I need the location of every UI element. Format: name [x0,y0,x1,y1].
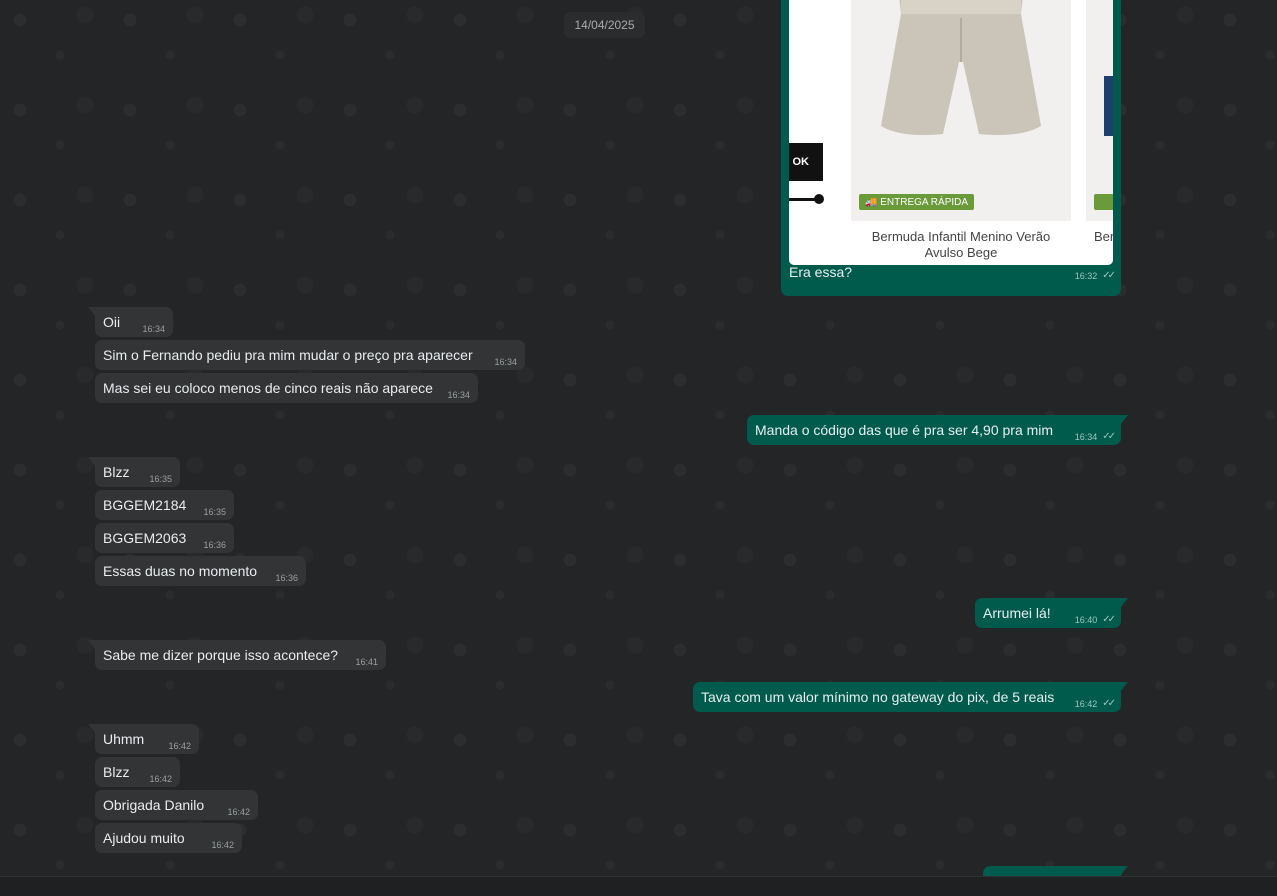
chat-background: 14/04/2025 OK 🚚 ENTREGA RÁPIDA Bermuda I… [0,0,1277,876]
message-text: Oii [103,314,121,330]
date-separator: 14/04/2025 [564,12,645,38]
incoming-message[interactable]: Sabe me dizer porque isso acontece? 16:4… [88,640,386,670]
message-time: 16:42 [1074,698,1098,709]
message-text: Mas sei eu coloco menos de cinco reais n… [103,380,433,396]
message-time: 16:40 [1074,614,1098,625]
image-caption: Era essa? [789,264,853,280]
product-title-partial: Ber [1094,229,1113,244]
message-text: Manda o código das que é pra ser 4,90 pr… [755,422,1054,438]
outgoing-message[interactable]: Tava com um valor mínimo no gateway do p… [693,682,1128,712]
fast-delivery-badge-partial [1094,194,1113,210]
message-text: Uhmm [103,731,145,747]
message-meta: 16:32 ✓✓ [1074,270,1116,281]
incoming-message[interactable]: Oii 16:34 [88,307,173,337]
incoming-message[interactable]: Mas sei eu coloco menos de cinco reais n… [95,373,478,403]
product-screenshot[interactable]: OK 🚚 ENTREGA RÁPIDA Bermuda Infantil Men… [789,0,1113,265]
message-text: BGGEM2184 [103,497,187,513]
incoming-message[interactable]: Sim o Fernando pediu pra mim mudar o pre… [95,340,525,370]
message-text: Tava com um valor mínimo no gateway do p… [701,689,1055,705]
message-text: Ajudou muito [103,830,185,846]
carousel-slider-dot [814,194,824,204]
message-time: 16:35 [203,507,226,517]
message-time: 16:34 [447,390,470,400]
incoming-message[interactable]: Essas duas no momento 16:36 [95,556,306,586]
message-time: 16:42 [211,840,234,850]
read-receipt-icon: ✓✓ [1102,698,1116,709]
message-time: 16:36 [203,540,226,550]
message-text: Sim o Fernando pediu pra mim mudar o pre… [103,347,473,363]
message-text: Blzz [103,464,130,480]
incoming-message[interactable]: Uhmm 16:42 [88,724,199,754]
message-text: Obrigada Danilo [103,797,205,813]
message-time: 16:42 [149,774,172,784]
composer-bar[interactable] [0,876,1277,896]
read-receipt-icon: ✓✓ [1102,431,1116,442]
message-time: 16:34 [142,324,165,334]
incoming-message[interactable]: Ajudou muito 16:42 [95,823,242,853]
message-time: 16:42 [168,741,191,751]
message-text: Arrumei lá! [983,605,1051,621]
shorts-image-blue [1104,76,1113,136]
shorts-image [881,0,1041,135]
message-time: 16:42 [227,807,250,817]
message-time: 16:34 [1074,431,1098,442]
message-text: BGGEM2063 [103,530,187,546]
read-receipt-icon: ✓✓ [1102,270,1116,281]
message-time: 16:34 [494,357,517,367]
product-title: Bermuda Infantil Menino Verão Avulso Beg… [871,229,1051,260]
outgoing-message[interactable]: Manda o código das que é pra ser 4,90 pr… [747,415,1128,445]
read-receipt-icon: ✓✓ [1102,614,1116,625]
outgoing-message-partial[interactable] [983,866,1128,876]
incoming-message[interactable]: Obrigada Danilo 16:42 [95,790,258,820]
incoming-message[interactable]: BGGEM2063 16:36 [95,523,234,553]
message-time: 16:36 [275,573,298,583]
fast-delivery-badge: 🚚 ENTREGA RÁPIDA [859,194,975,210]
message-time: 16:35 [149,474,172,484]
incoming-message[interactable]: Blzz 16:42 [95,757,180,787]
product-card-partial [1086,0,1113,221]
message-time: 16:41 [355,657,378,667]
message-text: Sabe me dizer porque isso acontece? [103,647,339,663]
truck-icon: 🚚 [865,196,881,208]
message-text: Essas duas no momento [103,563,258,579]
product-card: 🚚 ENTREGA RÁPIDA [851,0,1071,221]
message-text: Blzz [103,764,130,780]
image-message[interactable]: OK 🚚 ENTREGA RÁPIDA Bermuda Infantil Men… [781,0,1121,296]
incoming-message[interactable]: BGGEM2184 16:35 [95,490,234,520]
incoming-message[interactable]: Blzz 16:35 [88,457,180,487]
promo-button: OK [789,143,823,181]
outgoing-message[interactable]: Arrumei lá! 16:40 ✓✓ [975,598,1128,628]
message-time: 16:32 [1074,270,1098,281]
